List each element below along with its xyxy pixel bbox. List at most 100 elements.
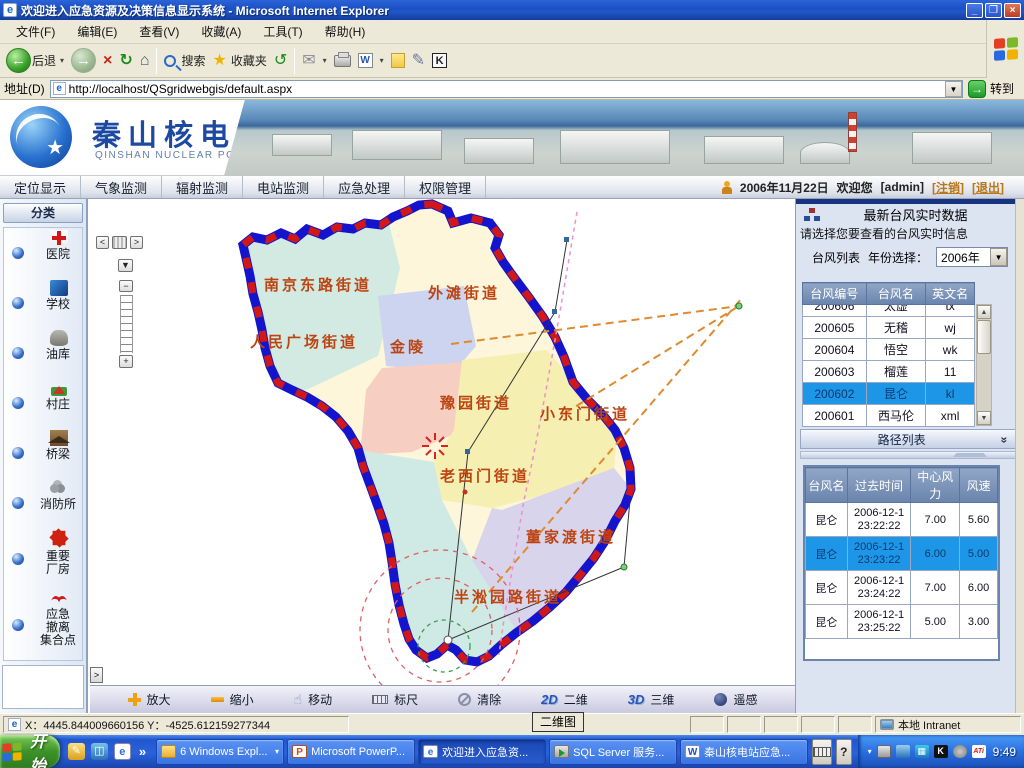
ruler-tool[interactable]: 标尺 bbox=[372, 691, 418, 708]
scroll-thumb[interactable] bbox=[977, 320, 991, 354]
col-header[interactable]: 英文名 bbox=[926, 283, 975, 305]
sidebar-item-fire-station[interactable]: 消防所 bbox=[4, 478, 82, 528]
tray-kaspersky-icon[interactable]: K bbox=[934, 745, 948, 758]
group-dropdown-icon[interactable]: ▾ bbox=[275, 747, 279, 756]
map-area[interactable]: 南京东路街道 外滩街道 人民广场街道 金陵 豫园街道 小东门街道 老西门街道 董… bbox=[90, 199, 795, 713]
quick-launch-overflow-icon[interactable]: » bbox=[137, 744, 148, 759]
path-row-selected[interactable]: 昆仑2006-12-1 23:23:22 6.005.00 bbox=[806, 537, 998, 571]
window-scrollbar-track[interactable] bbox=[1015, 199, 1024, 713]
sidebar-item-school[interactable]: 学校 bbox=[4, 278, 82, 328]
messenger-button[interactable] bbox=[391, 53, 405, 68]
mail-dropdown-icon[interactable]: ▾ bbox=[323, 56, 327, 65]
col-header[interactable]: 台风名 bbox=[866, 283, 926, 305]
favorites-button[interactable]: ★ 收藏夹 bbox=[212, 52, 266, 69]
home-button[interactable]: ⌂ bbox=[140, 53, 150, 69]
zoom-out-tool[interactable]: 缩小 bbox=[211, 691, 254, 708]
map-expand-button[interactable]: > bbox=[90, 667, 103, 683]
quick-launch-ie-icon[interactable]: e bbox=[114, 743, 131, 760]
task-word[interactable]: W 秦山核电站应急... bbox=[680, 739, 808, 765]
refresh-button[interactable]: ↻ bbox=[119, 53, 132, 69]
restore-button[interactable]: ❐ bbox=[985, 3, 1002, 18]
category-header[interactable]: 分类 bbox=[3, 203, 83, 223]
menu-file[interactable]: 文件(F) bbox=[6, 20, 65, 43]
address-input[interactable] bbox=[69, 82, 945, 96]
sidebar-item-key-plant[interactable]: 重要 厂房 bbox=[4, 528, 82, 590]
tab-location-display[interactable]: 定位显示 bbox=[0, 176, 81, 198]
mail-button[interactable]: ✉ bbox=[302, 53, 315, 69]
task-ie-active[interactable]: e 欢迎进入应急资... bbox=[418, 739, 546, 765]
scroll-up-icon[interactable]: ▲ bbox=[977, 305, 991, 319]
edit-word-button[interactable]: W bbox=[358, 53, 373, 68]
col-header[interactable]: 过去时间 bbox=[847, 468, 911, 503]
go-button[interactable]: → 转到 bbox=[968, 80, 1020, 98]
pan-tool[interactable]: ☝ 移动 bbox=[294, 691, 333, 708]
tray-network-icon[interactable] bbox=[896, 745, 910, 758]
typhoon-row-selected[interactable]: 200602昆仑kl bbox=[803, 383, 975, 405]
typhoon-row[interactable]: 200606太虚tx bbox=[803, 305, 975, 317]
col-header[interactable]: 台风名 bbox=[806, 468, 848, 503]
pan-down-button[interactable]: ▼ bbox=[118, 259, 133, 272]
back-button[interactable]: ← 后退 ▾ bbox=[6, 48, 64, 73]
back-dropdown-icon[interactable]: ▾ bbox=[60, 56, 64, 65]
path-row[interactable]: 昆仑2006-12-1 23:25:22 5.003.00 bbox=[806, 605, 998, 639]
path-row[interactable]: 昆仑2006-12-1 23:24:22 7.006.00 bbox=[806, 571, 998, 605]
typhoon-row[interactable]: 200601西马伦xml bbox=[803, 405, 975, 427]
tray-round-icon[interactable] bbox=[953, 745, 967, 758]
exit-link[interactable]: [退出] bbox=[972, 179, 1004, 196]
map-canvas[interactable]: 南京东路街道 外滩街道 人民广场街道 金陵 豫园街道 小东门街道 老西门街道 董… bbox=[90, 199, 795, 685]
close-button[interactable]: × bbox=[1004, 3, 1021, 18]
sidebar-item-village[interactable]: 村庄 bbox=[4, 378, 82, 428]
tab-emergency-handling[interactable]: 应急处理 bbox=[324, 176, 405, 198]
menu-view[interactable]: 查看(V) bbox=[129, 20, 189, 43]
col-header[interactable]: 台风编号 bbox=[803, 283, 867, 305]
overview-button[interactable] bbox=[112, 236, 127, 249]
scroll-down-icon[interactable]: ▼ bbox=[977, 411, 991, 425]
path-list-header[interactable]: 路径列表 » bbox=[800, 429, 1018, 449]
help-language-button[interactable]: ? bbox=[836, 739, 852, 765]
history-button[interactable]: ↺ bbox=[274, 53, 287, 69]
edit-dropdown-icon[interactable]: ▾ bbox=[380, 56, 384, 65]
tab-weather-monitor[interactable]: 气象监测 bbox=[81, 176, 162, 198]
menu-tools[interactable]: 工具(T) bbox=[253, 20, 312, 43]
menu-favorites[interactable]: 收藏(A) bbox=[191, 20, 251, 43]
tray-collapse-icon[interactable]: ▾ bbox=[868, 747, 872, 756]
address-dropdown-icon[interactable]: ▼ bbox=[945, 81, 962, 97]
tray-grid-icon[interactable]: ▦ bbox=[915, 745, 929, 758]
typhoon-row[interactable]: 200603榴莲11 bbox=[803, 361, 975, 383]
view-3d-tool[interactable]: 3D 三维 bbox=[628, 691, 675, 708]
collapse-chevron-icon[interactable]: » bbox=[998, 437, 1012, 442]
year-select[interactable]: 2006年 ▼ bbox=[936, 247, 1008, 267]
sidebar-item-hospital[interactable]: 医院 bbox=[4, 228, 82, 278]
tab-permission-mgmt[interactable]: 权限管理 bbox=[405, 176, 486, 198]
kaspersky-button[interactable]: K bbox=[432, 53, 447, 68]
sidebar-item-bridge[interactable]: 桥梁 bbox=[4, 428, 82, 478]
path-row[interactable]: 昆仑2006-12-1 23:22:22 7.005.60 bbox=[806, 503, 998, 537]
sidebar-item-assembly-point[interactable]: 应急 撤离 集合点 bbox=[4, 590, 82, 660]
task-powerpoint[interactable]: P Microsoft PowerP... bbox=[287, 739, 415, 765]
print-button[interactable] bbox=[334, 55, 351, 67]
zoom-in-step-button[interactable]: + bbox=[119, 355, 133, 368]
typhoon-row[interactable]: 200605无稽wj bbox=[803, 317, 975, 339]
minimize-button[interactable]: _ bbox=[966, 3, 983, 18]
pen-tool-button[interactable]: ✎ bbox=[412, 53, 425, 69]
col-header[interactable]: 中心风力 bbox=[911, 468, 960, 503]
view-2d-tool[interactable]: 2D 二维 bbox=[541, 691, 588, 708]
keyboard-language-button[interactable] bbox=[812, 739, 832, 765]
menu-edit[interactable]: 编辑(E) bbox=[67, 20, 127, 43]
start-button[interactable]: 开始 bbox=[0, 735, 60, 768]
stop-button[interactable]: × bbox=[103, 53, 112, 69]
typhoon-row[interactable]: 200604悟空wk bbox=[803, 339, 975, 361]
tab-station-monitor[interactable]: 电站监测 bbox=[243, 176, 324, 198]
col-header[interactable]: 风速 bbox=[960, 468, 998, 503]
remote-sensing-tool[interactable]: 遥感 bbox=[714, 691, 757, 708]
year-dropdown-icon[interactable]: ▼ bbox=[990, 248, 1007, 266]
search-button[interactable]: 搜索 bbox=[164, 52, 205, 69]
zoom-slider[interactable] bbox=[120, 295, 133, 353]
zoom-in-tool[interactable]: 放大 bbox=[128, 691, 171, 708]
forward-button[interactable]: → bbox=[71, 48, 96, 73]
typhoon-table-scrollbar[interactable]: ▲ ▼ bbox=[976, 304, 992, 426]
zoom-out-step-button[interactable]: − bbox=[119, 280, 133, 292]
quick-launch-pen-icon[interactable]: ✎ bbox=[68, 743, 85, 760]
menu-help[interactable]: 帮助(H) bbox=[315, 20, 376, 43]
tray-ati-icon[interactable]: ATi bbox=[972, 745, 986, 758]
